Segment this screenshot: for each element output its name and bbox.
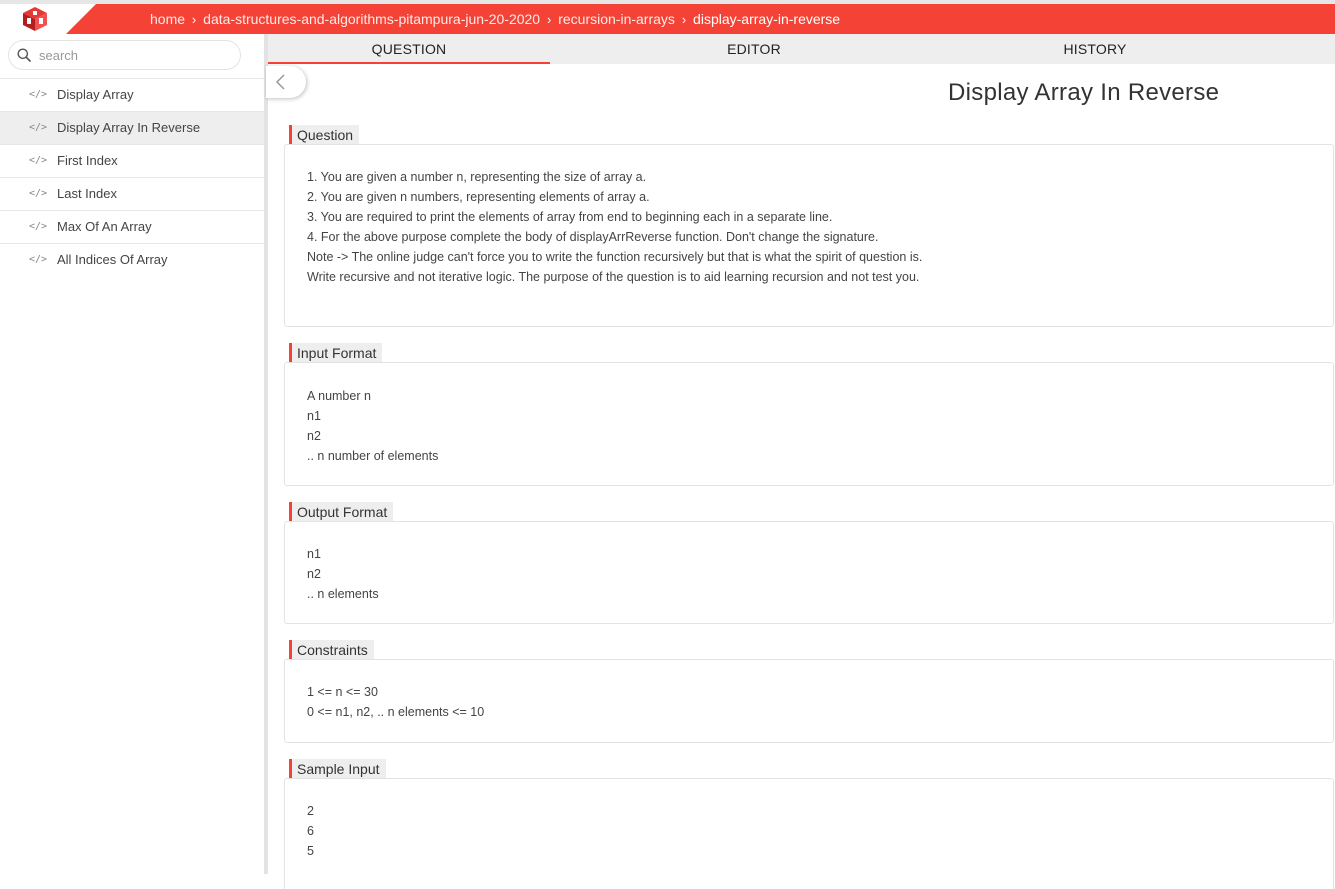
search-box[interactable] [8, 40, 241, 70]
chevron-left-icon [275, 74, 285, 90]
code-icon: </> [29, 221, 48, 232]
question-heading: Question [289, 125, 360, 145]
constraints-line: 1 <= n <= 30 [307, 685, 378, 699]
logo-icon[interactable] [21, 6, 49, 32]
tab-history[interactable]: HISTORY [954, 34, 1236, 64]
constraints-heading: Constraints [289, 640, 374, 660]
sidebar-item-label: Display Array [57, 87, 134, 102]
code-icon: </> [29, 89, 48, 100]
breadcrumb-home[interactable]: home [150, 11, 185, 27]
tab-question[interactable]: QUESTION [268, 34, 550, 64]
top-bar: home › data-structures-and-algorithms-pi… [0, 0, 1335, 34]
sidebar-item-label: Last Index [57, 186, 117, 201]
code-icon: </> [29, 122, 48, 133]
question-line: 2. You are given n numbers, representing… [307, 190, 650, 204]
sidebar-item-all-indices-of-array[interactable]: </> All Indices Of Array [0, 244, 264, 277]
sample-input-line: 2 [307, 804, 314, 818]
sidebar-item-label: Display Array In Reverse [57, 120, 201, 135]
breadcrumb-separator-icon: › [191, 12, 197, 27]
sidebar-item-max-of-an-array[interactable]: </> Max Of An Array [0, 211, 264, 244]
sidebar-item-label: First Index [57, 153, 118, 168]
code-icon: </> [29, 254, 48, 265]
breadcrumb: home › data-structures-and-algorithms-pi… [150, 4, 840, 34]
input-format-body: A number n n1 n2 .. n number of elements [284, 362, 1334, 486]
question-line: 3. You are required to print the element… [307, 210, 833, 224]
page-title: Display Array In Reverse [948, 79, 1220, 106]
output-format-body: n1 n2 .. n elements [284, 521, 1334, 624]
breadcrumb-separator-icon: › [546, 12, 552, 27]
sidebar-item-label: Max Of An Array [57, 219, 152, 234]
question-line: Note -> The online judge can't force you… [307, 250, 923, 264]
sample-input-heading: Sample Input [289, 759, 386, 779]
code-icon: </> [29, 188, 48, 199]
collapse-sidebar-button[interactable] [266, 66, 306, 98]
question-body: 1. You are given a number n, representin… [284, 144, 1334, 327]
sidebar-item-display-array-in-reverse[interactable]: </> Display Array In Reverse [0, 112, 264, 145]
breadcrumb-current: display-array-in-reverse [693, 11, 841, 27]
search-input[interactable] [39, 45, 229, 65]
input-format-line: n1 [307, 409, 321, 423]
breadcrumb-topic[interactable]: recursion-in-arrays [558, 11, 675, 27]
output-format-line: n1 [307, 547, 321, 561]
sidebar-item-first-index[interactable]: </> First Index [0, 145, 264, 178]
search-icon [17, 48, 31, 62]
input-format-heading: Input Format [289, 343, 383, 363]
sample-input-line: 5 [307, 844, 314, 858]
input-format-line: n2 [307, 429, 321, 443]
constraints-line: 0 <= n1, n2, .. n elements <= 10 [307, 705, 485, 719]
question-line: Write recursive and not iterative logic.… [307, 270, 920, 284]
input-format-line: A number n [307, 389, 371, 403]
input-format-line: .. n number of elements [307, 449, 439, 463]
sidebar: </> Display Array </> Display Array In R… [0, 34, 264, 889]
sample-input-line: 6 [307, 824, 314, 838]
output-format-line: n2 [307, 567, 321, 581]
output-format-heading: Output Format [289, 502, 394, 522]
question-line: 1. You are given a number n, representin… [307, 170, 647, 184]
sidebar-item-last-index[interactable]: </> Last Index [0, 178, 264, 211]
tab-editor[interactable]: EDITOR [613, 34, 895, 64]
code-icon: </> [29, 155, 48, 166]
sidebar-item-label: All Indices Of Array [57, 252, 168, 267]
sidebar-item-display-array[interactable]: </> Display Array [0, 79, 264, 112]
constraints-body: 1 <= n <= 30 0 <= n1, n2, .. n elements … [284, 659, 1334, 743]
sidebar-divider[interactable] [264, 34, 268, 874]
output-format-line: .. n elements [307, 587, 379, 601]
sample-input-body: 2 6 5 [284, 778, 1334, 889]
question-line: 4. For the above purpose complete the bo… [307, 230, 879, 244]
breadcrumb-separator-icon: › [681, 12, 687, 27]
question-list: </> Display Array </> Display Array In R… [0, 78, 264, 277]
breadcrumb-course[interactable]: data-structures-and-algorithms-pitampura… [203, 11, 540, 27]
tab-bar: QUESTION EDITOR HISTORY [268, 34, 1335, 64]
